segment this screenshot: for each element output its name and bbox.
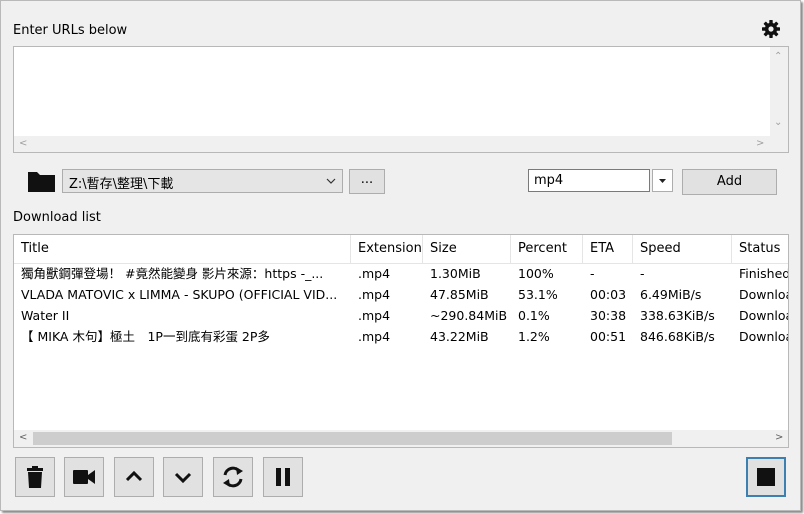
- column-header-eta[interactable]: ETA: [583, 235, 633, 263]
- cell-speed: 846.68KiB/s: [640, 329, 715, 344]
- browse-button[interactable]: ...: [349, 169, 385, 194]
- download-list[interactable]: Title Extension Size Percent ETA Speed S…: [13, 234, 789, 448]
- play-button[interactable]: [64, 457, 104, 497]
- download-path-select[interactable]: Z:\暫存\整理\下載: [62, 169, 343, 193]
- cell-percent: 0.1%: [518, 308, 550, 323]
- folder-icon[interactable]: [27, 169, 57, 193]
- scroll-right-arrow-icon[interactable]: >: [775, 432, 783, 444]
- column-header-speed[interactable]: Speed: [633, 235, 732, 263]
- triangle-down-icon: [659, 179, 666, 183]
- cell-size: 47.85MiB: [430, 287, 489, 302]
- cell-speed: -: [640, 266, 645, 281]
- cell-extension: .mp4: [358, 308, 391, 323]
- scroll-left-arrow-icon[interactable]: <: [19, 138, 27, 150]
- cell-title: VLADA MATOVIC x LIMMA - SKUPO (OFFICIAL …: [21, 287, 338, 302]
- list-header: Title Extension Size Percent ETA Speed S…: [14, 235, 788, 264]
- cell-extension: .mp4: [358, 329, 391, 344]
- column-header-size[interactable]: Size: [423, 235, 511, 263]
- cell-percent: 53.1%: [518, 287, 558, 302]
- download-list-label: Download list: [13, 210, 101, 225]
- cell-speed: 338.63KiB/s: [640, 308, 715, 323]
- pause-button[interactable]: [263, 457, 303, 497]
- cell-title: 獨角獸鋼彈登場！ #竟然能變身 影片來源：https -_...: [21, 266, 324, 281]
- cell-size: 43.22MiB: [430, 329, 489, 344]
- cell-title: Water II: [21, 308, 70, 323]
- gear-icon[interactable]: [761, 19, 781, 39]
- cell-speed: 6.49MiB/s: [640, 287, 702, 302]
- chevron-up-icon: [125, 470, 143, 482]
- scrollbar-thumb[interactable]: [33, 432, 672, 445]
- format-dropdown-button[interactable]: [652, 169, 673, 192]
- cell-status: Downloading: [739, 287, 788, 302]
- download-path-value: Z:\暫存\整理\下載: [69, 177, 174, 192]
- chevron-down-icon: [326, 178, 336, 184]
- format-value: mp4: [534, 173, 564, 188]
- cell-status: Downloading: [739, 329, 788, 344]
- cell-eta: 00:51: [590, 329, 627, 344]
- scroll-left-arrow-icon[interactable]: <: [19, 432, 27, 444]
- stop-button[interactable]: [746, 457, 786, 497]
- delete-button[interactable]: [15, 457, 55, 497]
- scroll-down-arrow-icon[interactable]: ⌄: [774, 117, 782, 129]
- stop-icon: [757, 468, 775, 486]
- url-horizontal-scrollbar[interactable]: < >: [14, 136, 771, 152]
- cell-size: 1.30MiB: [430, 266, 481, 281]
- refresh-icon: [223, 466, 243, 488]
- table-row[interactable]: 【 MIKA 木句】極土 1P一到底有彩蛋 2P多 .mp4 43.22MiB …: [14, 326, 788, 347]
- table-row[interactable]: VLADA MATOVIC x LIMMA - SKUPO (OFFICIAL …: [14, 284, 788, 305]
- column-header-extension[interactable]: Extension: [351, 235, 423, 263]
- url-input[interactable]: ⌃ ⌄ < >: [13, 46, 789, 153]
- url-vertical-scrollbar[interactable]: ⌃ ⌄: [770, 47, 788, 137]
- scroll-up-arrow-icon[interactable]: ⌃: [774, 51, 782, 63]
- table-row[interactable]: Water II .mp4 ~290.84MiB 0.1% 30:38 338.…: [14, 305, 788, 326]
- app-window: Enter URLs below ⌃ ⌄ < > Z:\暫存\整理\下載 ...…: [0, 0, 801, 511]
- chevron-down-icon: [174, 472, 192, 484]
- cell-percent: 100%: [518, 266, 554, 281]
- move-up-button[interactable]: [114, 457, 154, 497]
- column-header-percent[interactable]: Percent: [511, 235, 583, 263]
- video-camera-icon: [73, 470, 95, 484]
- cell-eta: -: [590, 266, 595, 281]
- list-horizontal-scrollbar[interactable]: < >: [14, 430, 788, 447]
- cell-title: 【 MIKA 木句】極土 1P一到底有彩蛋 2P多: [21, 329, 270, 344]
- scroll-right-arrow-icon[interactable]: >: [756, 138, 764, 150]
- cell-extension: .mp4: [358, 266, 391, 281]
- table-row[interactable]: 獨角獸鋼彈登場！ #竟然能變身 影片來源：https -_... .mp4 1.…: [14, 263, 788, 284]
- format-input[interactable]: mp4: [528, 169, 650, 192]
- column-header-title[interactable]: Title: [14, 235, 351, 263]
- add-button[interactable]: Add: [682, 169, 777, 195]
- cell-eta: 00:03: [590, 287, 627, 302]
- cell-extension: .mp4: [358, 287, 391, 302]
- cell-size: ~290.84MiB: [430, 308, 508, 323]
- reload-button[interactable]: [213, 457, 253, 497]
- trash-icon: [27, 466, 43, 488]
- cell-percent: 1.2%: [518, 329, 550, 344]
- pause-icon: [276, 468, 290, 486]
- cell-status: Downloading: [739, 308, 788, 323]
- move-down-button[interactable]: [163, 457, 203, 497]
- urls-label: Enter URLs below: [13, 23, 128, 38]
- cell-eta: 30:38: [590, 308, 627, 323]
- column-header-status[interactable]: Status: [732, 235, 788, 263]
- scrollbar-corner: [770, 136, 788, 152]
- cell-status: Finished: [739, 266, 788, 281]
